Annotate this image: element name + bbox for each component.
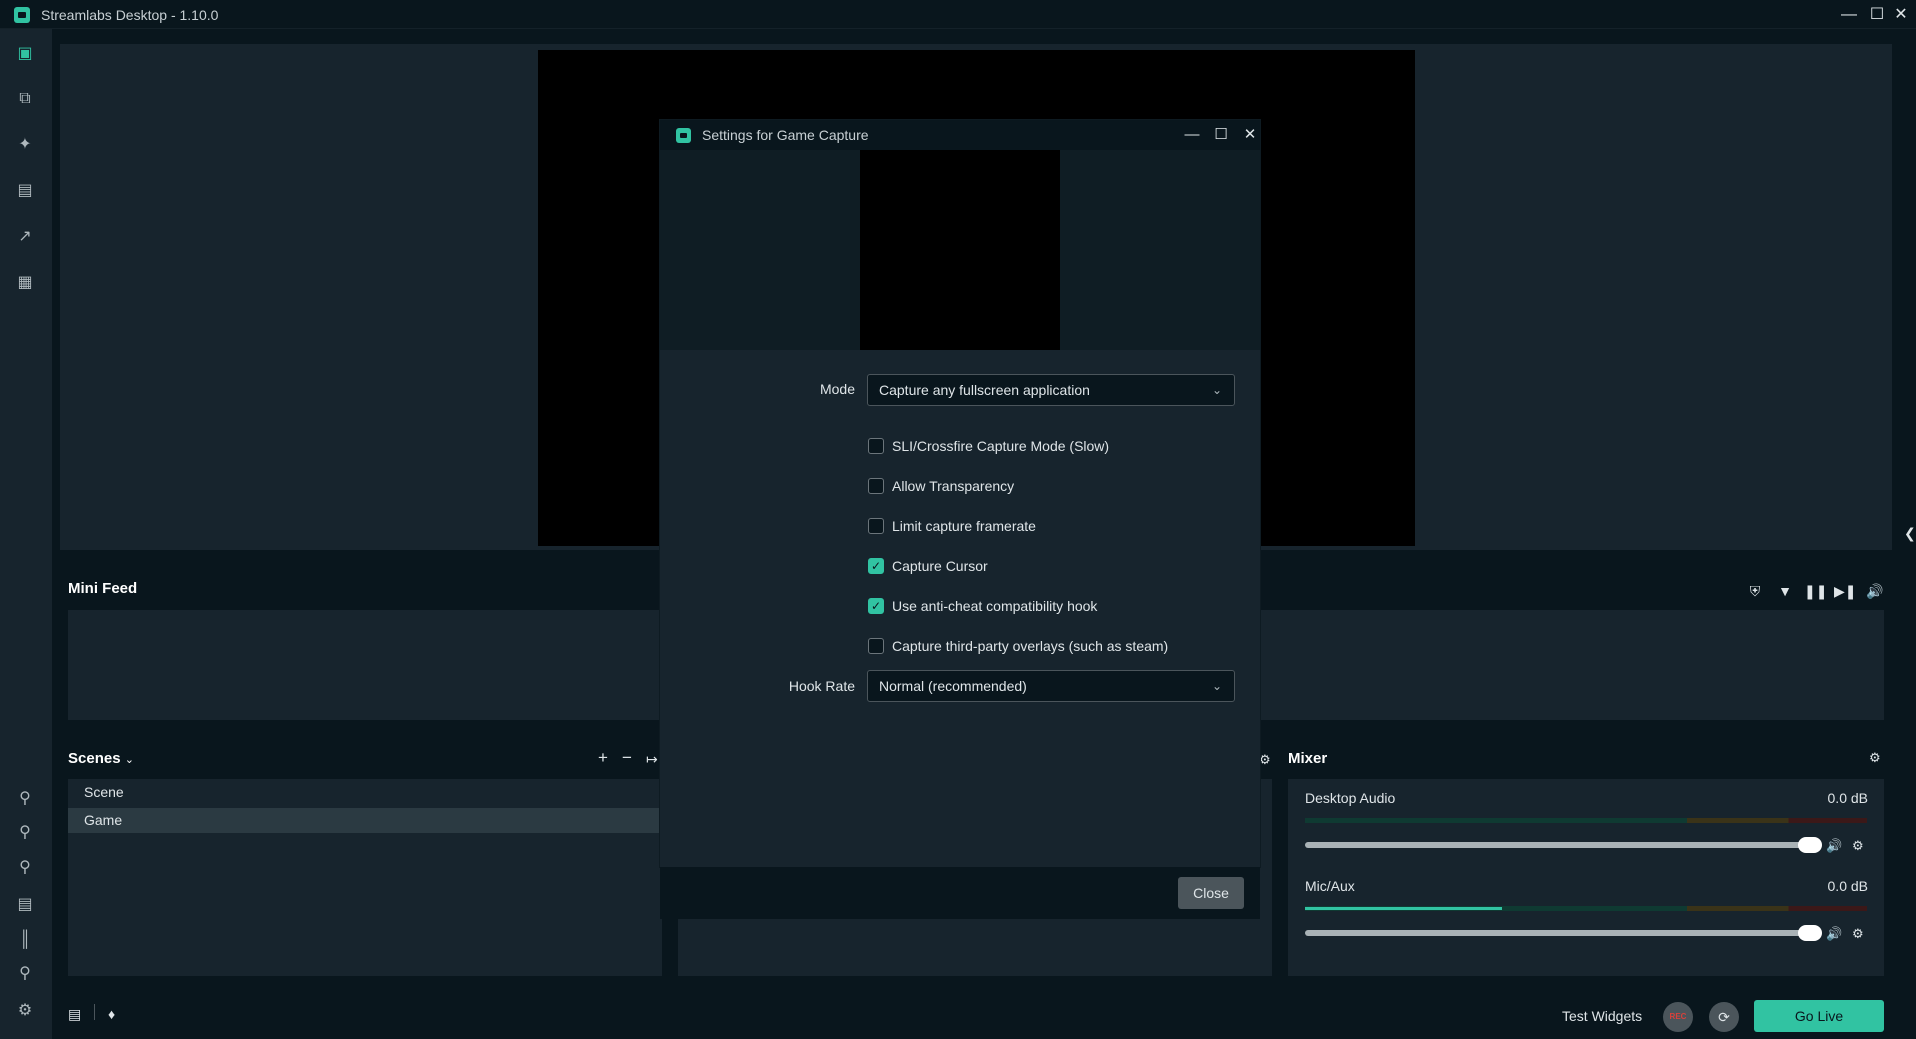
editor-icon[interactable]: ▣ <box>13 42 37 66</box>
source-preview-canvas <box>860 150 1060 350</box>
notification-bell-icon[interactable]: ♦ <box>108 1006 115 1022</box>
streamlabs-logo-icon <box>676 128 691 143</box>
mixer-gear-icon[interactable]: ⚙ <box>1869 750 1881 766</box>
volume-slider[interactable] <box>1305 842 1813 848</box>
scene-item-selected[interactable]: Game <box>68 808 662 833</box>
chevron-down-icon: ⌄ <box>1211 679 1222 693</box>
close-button[interactable]: Close <box>1178 877 1244 909</box>
hook-rate-label: Hook Rate <box>788 678 855 694</box>
chevron-down-icon: ⌄ <box>124 754 134 766</box>
limit-framerate-checkbox[interactable] <box>868 518 884 534</box>
mixer-channel-name: Mic/Aux <box>1305 878 1355 894</box>
mixer-channel-name: Desktop Audio <box>1305 790 1396 806</box>
test-widgets-button[interactable]: Test Widgets <box>1562 1008 1642 1024</box>
checkbox-label: Capture third-party overlays (such as st… <box>892 638 1169 654</box>
checkbox-label: Use anti-cheat compatibility hook <box>892 598 1098 614</box>
scene-item[interactable]: Scene <box>68 780 662 805</box>
vu-meter <box>1305 906 1867 911</box>
third-party-overlays-checkbox[interactable] <box>868 638 884 654</box>
layout-editor-icon[interactable]: ⧉ <box>13 87 37 111</box>
divider <box>94 1004 95 1020</box>
chevron-left-icon[interactable]: ❮ <box>1904 525 1916 542</box>
vu-meter-fill <box>1305 907 1502 910</box>
sources-gear-icon[interactable]: ⚙ <box>1259 752 1271 768</box>
dialog-title: Settings for Game Capture <box>702 127 869 143</box>
app-store-icon[interactable]: ▤ <box>13 179 37 203</box>
skip-icon[interactable]: ▶❚ <box>1834 580 1857 602</box>
checkbox-label: Limit capture framerate <box>892 518 1036 534</box>
volume-slider-thumb[interactable] <box>1798 837 1822 853</box>
record-button[interactable]: REC <box>1663 1002 1693 1032</box>
mode-label: Mode <box>819 381 855 397</box>
volume-icon[interactable]: 🔊 <box>1864 580 1886 602</box>
add-scene-icon[interactable]: + <box>598 748 608 768</box>
go-live-button[interactable]: Go Live <box>1754 1000 1884 1032</box>
scenes-title[interactable]: Scenes ⌄ <box>68 750 134 767</box>
dialog-footer <box>660 867 1260 919</box>
mode-select[interactable]: Capture any fullscreen application ⌄ <box>867 374 1235 406</box>
dashboard-icon[interactable]: ↗ <box>13 225 37 249</box>
close-icon[interactable]: ✕ <box>1884 2 1916 28</box>
game-capture-settings-dialog: Settings for Game Capture — ☐ ✕ Mode Cap… <box>660 120 1260 867</box>
app-title: Streamlabs Desktop - 1.10.0 <box>41 7 219 23</box>
app-2-icon[interactable]: ⚲ <box>13 821 37 845</box>
channel-gear-icon[interactable]: ⚙ <box>1852 926 1864 942</box>
highlighter-icon[interactable]: ▦ <box>13 271 37 295</box>
themes-icon[interactable]: ✦ <box>13 133 37 157</box>
allow-transparency-checkbox[interactable] <box>868 478 884 494</box>
mixer-title: Mixer <box>1288 750 1328 767</box>
anti-cheat-hook-checkbox[interactable]: ✓ <box>868 598 884 614</box>
checkbox-label: SLI/Crossfire Capture Mode (Slow) <box>892 438 1110 454</box>
minimize-icon[interactable]: — <box>1177 123 1207 147</box>
volume-slider-thumb[interactable] <box>1798 925 1822 941</box>
studio-mode-icon[interactable]: ║ <box>13 928 37 952</box>
streamlabs-logo-icon <box>14 7 30 23</box>
settings-icon[interactable]: ⚙ <box>13 999 37 1023</box>
hook-rate-select[interactable]: Normal (recommended) ⌄ <box>867 670 1235 702</box>
hook-rate-select-value: Normal (recommended) <box>879 678 1027 694</box>
close-icon[interactable]: ✕ <box>1235 123 1265 147</box>
shield-icon[interactable]: ⛨ <box>1744 580 1766 602</box>
pause-icon[interactable]: ❚❚ <box>1804 580 1827 602</box>
mixer-channel-db: 0.0 dB <box>1827 790 1868 806</box>
replay-buffer-icon[interactable]: ⟳ <box>1709 1002 1739 1032</box>
transition-icon[interactable]: ↦ <box>646 751 658 768</box>
performance-icon[interactable]: ▤ <box>68 1006 81 1023</box>
layout-icon[interactable]: ▤ <box>13 893 37 917</box>
mode-select-value: Capture any fullscreen application <box>879 382 1090 398</box>
app-4-icon[interactable]: ⚲ <box>13 962 37 986</box>
checkbox-label: Allow Transparency <box>892 478 1015 494</box>
capture-cursor-checkbox[interactable]: ✓ <box>868 558 884 574</box>
speaker-icon[interactable]: 🔊 <box>1826 838 1842 854</box>
volume-slider[interactable] <box>1305 930 1813 936</box>
checkbox-label: Capture Cursor <box>892 558 988 574</box>
app-1-icon[interactable]: ⚲ <box>13 787 37 811</box>
app-3-icon[interactable]: ⚲ <box>13 856 37 880</box>
vu-meter <box>1305 818 1867 823</box>
chevron-down-icon: ⌄ <box>1211 383 1222 397</box>
channel-gear-icon[interactable]: ⚙ <box>1852 838 1864 854</box>
maximize-icon[interactable]: ☐ <box>1206 123 1236 147</box>
sli-crossfire-checkbox[interactable] <box>868 438 884 454</box>
speaker-icon[interactable]: 🔊 <box>1826 926 1842 942</box>
filter-icon[interactable]: ▼ <box>1774 580 1796 602</box>
remove-scene-icon[interactable]: − <box>622 748 632 768</box>
app-titlebar <box>0 0 1916 29</box>
mixer-channel-db: 0.0 dB <box>1827 878 1868 894</box>
mini-feed-title: Mini Feed <box>68 580 138 597</box>
